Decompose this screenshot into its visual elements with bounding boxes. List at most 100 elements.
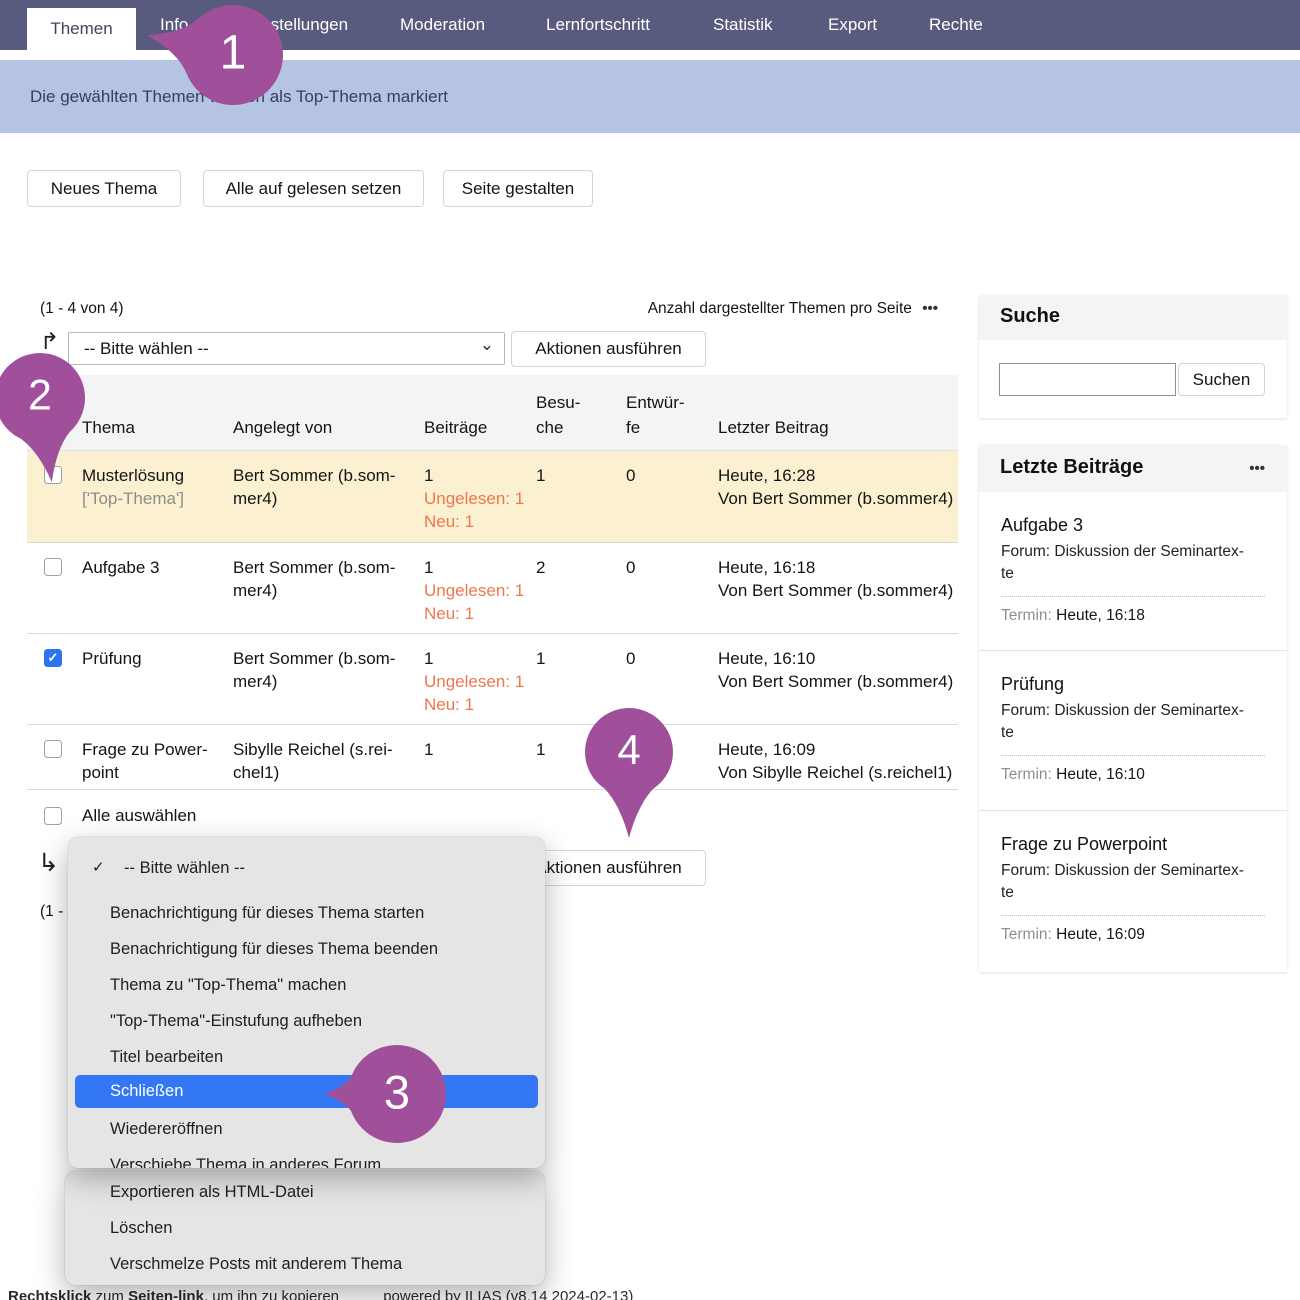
topic-posts: 1 [424,738,433,761]
topic-title[interactable]: Aufgabe 3 [82,556,227,579]
topic-last-post: Heute, 16:28Von Bert Sommer (b.sommer4) [718,464,953,510]
latest-post-termin: Termin: Heute, 16:09 [1001,926,1145,944]
row-checkbox[interactable] [44,558,62,576]
marker-number: 2 [28,372,52,421]
execute-actions-button-top[interactable]: Aktionen ausführen [511,331,706,367]
tab-export[interactable]: Export [828,0,877,50]
tab-lernfortschritt[interactable]: Lernfortschritt [546,0,650,50]
menu-item-label: Exportieren als HTML-Datei [110,1174,314,1210]
latest-post-forum: Forum: Diskussion der Seminartex-te [1001,860,1244,904]
per-page-label: Anzahl dargestellter Themen pro Seite ••… [648,300,938,318]
topic-visits: 2 [536,556,545,579]
toolbar-button-3[interactable]: Seite gestalten [443,170,593,207]
tab-moderation[interactable]: Moderation [400,0,485,50]
search-panel-title: Suche [1000,305,1060,328]
toolbar-button-2[interactable]: Alle auf gelesen setzen [203,170,424,207]
menu-item-label: Schließen [110,1075,183,1108]
topic-author: Sibylle Reichel (s.rei-chel1) [233,738,393,784]
toolbar-button-1[interactable]: Neues Thema [27,170,181,207]
topic-drafts: 0 [626,647,635,670]
marker-pin-shape [569,692,689,862]
action-menu-overflow: Exportieren als HTML-DateiLöschenVerschm… [65,1171,545,1285]
termin-label: Termin: [1001,926,1052,943]
menu-item-label: Titel bearbeiten [110,1039,223,1075]
menu-item-label: Verschmelze Posts mit anderem Thema [110,1246,402,1282]
latest-post-title[interactable]: Frage zu Powerpoint [1001,834,1167,855]
apply-arrow-bottom-icon: ↳ [38,848,59,878]
latest-post-title[interactable]: Aufgabe 3 [1001,515,1083,536]
menu-item-label: Benachrichtigung für dieses Thema starte… [110,895,424,931]
topic-posts: 1Ungelesen: 1Neu: 1 [424,464,524,533]
action-select-top[interactable]: -- Bitte wählen -- ⌄ [68,332,505,365]
per-page-menu-icon[interactable]: ••• [922,300,938,317]
col-letzter: Letzter Beitrag [718,415,829,440]
row-checkbox[interactable] [44,649,62,667]
menu-item[interactable]: Löschen [65,1210,545,1246]
table-row: PrüfungBert Sommer (b.som-mer4)1Ungelese… [27,633,958,724]
marker-number: 4 [617,726,640,774]
menu-item-label: Thema zu "Top-Thema" machen [110,967,346,1003]
footer-permalink-hint: Rechtsklick zum Seiten-link, um ihn zu k… [8,1288,339,1300]
result-range-top: (1 - 4 von 4) [40,300,124,318]
latest-post-entry: Frage zu Powerpoint Forum: Diskussion der… [979,810,1287,972]
marker-number: 1 [220,25,247,80]
topic-author: Bert Sommer (b.som-mer4) [233,464,395,510]
latest-post-termin: Termin: Heute, 16:10 [1001,766,1145,784]
footer-powered-by: powered by ILIAS (v8.14 2024-02-13) [383,1288,633,1300]
unread-count: Ungelesen: 1 [424,672,524,691]
topic-visits: 1 [536,738,545,761]
menu-item[interactable]: ✓-- Bitte wählen -- [68,850,545,886]
dotted-divider [1001,915,1265,916]
marker-pin-shape [287,1034,457,1154]
menu-item[interactable]: Exportieren als HTML-Datei [65,1174,545,1210]
menu-item-label: Benachrichtigung für dieses Thema beende… [110,931,438,967]
new-count: Neu: 1 [424,604,474,623]
menu-item-label: Wiedereröffnen [110,1111,223,1147]
col-angelegt: Angelegt von [233,415,332,440]
latest-post-termin: Termin: Heute, 16:18 [1001,607,1145,625]
topic-posts: 1Ungelesen: 1Neu: 1 [424,556,524,625]
topic-title[interactable]: Prüfung [82,647,227,670]
topic-posts: 1Ungelesen: 1Neu: 1 [424,647,524,716]
marker-number: 3 [384,1064,410,1119]
col-beitraege: Beiträge [424,415,487,440]
select-all-checkbox[interactable] [44,807,62,825]
unread-count: Ungelesen: 1 [424,581,524,600]
topic-title[interactable]: Frage zu Power-point [82,738,227,784]
topic-author: Bert Sommer (b.som-mer4) [233,556,395,602]
search-button[interactable]: Suchen [1178,363,1265,396]
menu-item[interactable]: Verschmelze Posts mit anderem Thema [65,1246,545,1282]
col-besuche: Besu-che [536,390,580,440]
tab-themen[interactable]: Themen [27,8,136,50]
latest-post-forum: Forum: Diskussion der Seminartex-te [1001,700,1244,744]
topic-last-post: Heute, 16:09Von Sibylle Reichel (s.reich… [718,738,952,784]
latest-post-title[interactable]: Prüfung [1001,674,1064,695]
topic-author: Bert Sommer (b.som-mer4) [233,647,395,693]
latest-posts-panel: Letzte Beiträge ••• Aufgabe 3 Forum: Disk… [979,445,1287,972]
table-row: Musterlösung['Top-Thema']Bert Sommer (b.… [27,450,958,542]
row-checkbox[interactable] [44,740,62,758]
chevron-down-icon: ⌄ [480,335,494,355]
unread-count: Ungelesen: 1 [424,489,524,508]
col-entwuerfe: Entwür-fe [626,390,685,440]
checkmark-icon: ✓ [92,850,105,886]
select-all-label: Alle auswählen [82,806,196,826]
topics-table-header: Thema Angelegt von Beiträge Besu-che Ent… [27,375,958,450]
topic-visits: 1 [536,647,545,670]
menu-item[interactable]: Thema zu "Top-Thema" machen [68,967,545,1003]
tab-rechte[interactable]: Rechte [929,0,983,50]
topic-drafts: 0 [626,464,635,487]
menu-item[interactable]: Benachrichtigung für dieses Thema starte… [68,895,545,931]
topic-drafts: 0 [626,556,635,579]
latest-posts-menu-icon[interactable]: ••• [1249,460,1265,477]
menu-item[interactable]: Benachrichtigung für dieses Thema beende… [68,931,545,967]
latest-posts-header: Letzte Beiträge ••• [979,445,1287,492]
latest-posts-title: Letzte Beiträge [1000,456,1143,479]
tab-statistik[interactable]: Statistik [713,0,773,50]
new-count: Neu: 1 [424,512,474,531]
footer-line: Rechtsklick zum Seiten-link, um ihn zu k… [8,1288,633,1300]
termin-label: Termin: [1001,766,1052,783]
dotted-divider [1001,596,1265,597]
topic-last-post: Heute, 16:10Von Bert Sommer (b.sommer4) [718,647,953,693]
search-input[interactable] [999,363,1176,396]
